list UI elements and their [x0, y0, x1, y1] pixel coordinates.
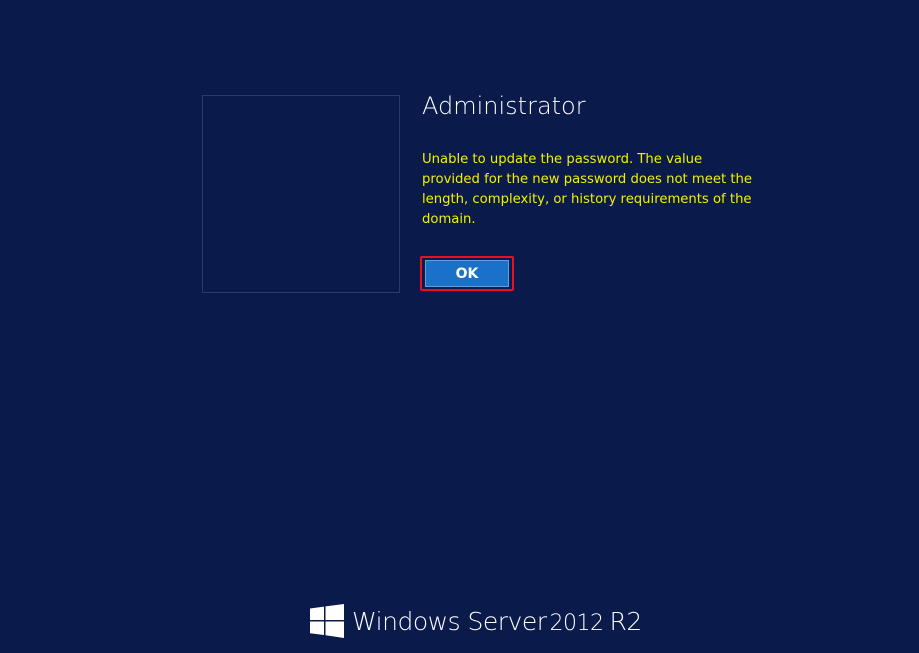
- windows-logo-icon: [310, 604, 344, 638]
- error-message: Unable to update the password. The value…: [422, 152, 752, 227]
- branding-text: Windows Server 2012 R2: [352, 607, 642, 636]
- user-name: Administrator: [422, 92, 586, 120]
- windows-server-branding: Windows Server 2012 R2: [310, 603, 642, 639]
- branding-product-name: Windows Server: [352, 606, 547, 636]
- lock-screen: Administrator Unable to update the passw…: [0, 0, 919, 653]
- ok-button[interactable]: OK: [425, 260, 509, 287]
- branding-edition: R2: [609, 606, 643, 636]
- user-avatar: [202, 95, 400, 293]
- branding-version: 2012: [549, 610, 605, 636]
